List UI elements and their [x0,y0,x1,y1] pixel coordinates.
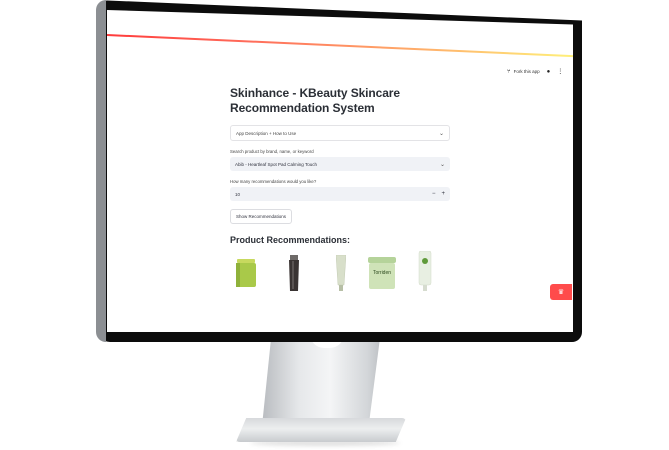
torriden-label: Torriden [373,270,391,276]
search-label: Search product by brand, name, or keywor… [230,149,314,154]
kebab-menu-icon[interactable]: ⋮ [557,68,563,75]
count-stepper: − + [432,191,445,197]
count-value: 10 [235,191,241,197]
streamlit-crown-button[interactable]: ♛ [550,284,572,300]
app-header: ⑂ Fork this app ● ⋮ [507,68,563,76]
count-label: How many recommendations would you like? [230,179,317,184]
github-icon[interactable]: ● [547,69,551,75]
recommendations-heading: Product Recommendations: [230,235,351,245]
chevron-down-icon: ⌄ [438,130,444,137]
expander-label: App Description + How to Use [236,130,297,136]
product-select[interactable]: Abib - Heartleaf Spot Pad Calming Touch … [230,157,450,171]
fork-icon: ⑂ [507,68,511,75]
fork-button[interactable]: ⑂ Fork this app [507,69,540,75]
product-image-5[interactable] [418,251,432,291]
product-select-value: Abib - Heartleaf Spot Pad Calming Touch [235,161,317,167]
increment-button[interactable]: + [441,191,445,197]
product-image-3[interactable] [336,255,346,291]
crown-icon: ♛ [557,289,565,296]
product-image-2[interactable] [288,255,300,291]
product-gallery: Torriden [230,251,450,297]
app-screen: ⑂ Fork this app ● ⋮ Skinhance - KBeauty … [107,10,573,332]
product-image-1[interactable] [236,259,256,287]
fork-label: Fork this app [513,69,540,74]
monitor-base [236,418,406,442]
main-content: Skinhance - KBeauty Skincare Recommendat… [230,86,450,297]
page-title: Skinhance - KBeauty Skincare Recommendat… [230,86,400,115]
show-recommendations-button[interactable]: Show Recommendations [230,209,293,224]
decrement-button[interactable]: − [432,191,436,197]
count-input[interactable]: 10 − + [230,187,450,201]
chevron-down-icon: ⌄ [439,161,445,168]
decoration-bar [107,34,573,58]
monitor-edge [96,0,106,342]
description-expander[interactable]: App Description + How to Use ⌄ [230,125,450,141]
product-image-4[interactable]: Torriden [368,257,396,289]
